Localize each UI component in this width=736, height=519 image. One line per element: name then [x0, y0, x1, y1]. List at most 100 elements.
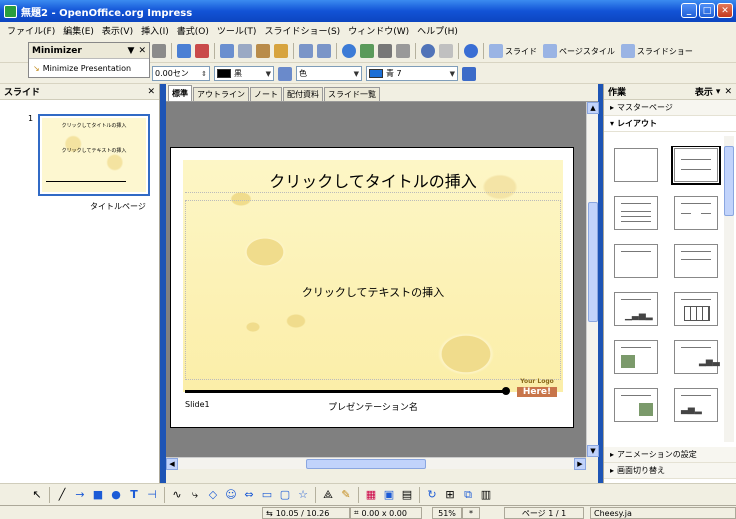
scroll-up-icon[interactable]: ▲	[587, 102, 599, 114]
spinner-icon[interactable]: ⇕	[201, 70, 207, 78]
symbol-shapes-icon[interactable]: ☺	[224, 488, 238, 502]
new-slide-label[interactable]: スライド	[505, 46, 537, 57]
view-menu-button[interactable]: 表示	[695, 85, 713, 98]
slide-canvas[interactable]: クリックしてタイトルの挿入 クリックしてテキストの挿入 Your Logo He…	[166, 102, 586, 457]
tab-normal[interactable]: 標準	[168, 85, 192, 101]
undo-icon[interactable]	[299, 44, 313, 58]
block-arrows-icon[interactable]: ⇔	[242, 488, 256, 502]
connector-icon[interactable]: ⤷	[188, 488, 202, 502]
vertical-text-icon[interactable]: ⊣	[145, 488, 159, 502]
slideshow-label[interactable]: スライドショー	[637, 46, 693, 57]
align-icon[interactable]: ⊞	[443, 488, 457, 502]
print-icon[interactable]	[152, 44, 166, 58]
transition-section[interactable]: ▸ 画面切り替え	[604, 463, 736, 479]
slide-thumbnail[interactable]: クリックしてタイトルの挿入 クリックしてテキストの挿入	[38, 114, 150, 196]
select-arrow-icon[interactable]: ↖	[30, 488, 44, 502]
presentation-name-footer[interactable]: プレゼンテーション名	[183, 400, 563, 413]
tab-handout[interactable]: 配付資料	[283, 87, 323, 101]
area-style-icon[interactable]	[278, 66, 292, 81]
rectangle-icon[interactable]: ■	[91, 488, 105, 502]
close-icon[interactable]: ✕	[147, 87, 155, 97]
rotate-icon[interactable]: ↻	[425, 488, 439, 502]
menu-tools[interactable]: ツール(T)	[213, 24, 261, 37]
menu-insert[interactable]: 挿入(I)	[137, 24, 173, 37]
line-width-field[interactable]: 0.00セン ⇕	[152, 66, 210, 81]
tab-outline[interactable]: アウトライン	[193, 87, 249, 101]
layout-chart-text[interactable]: ▃▅▂	[674, 388, 718, 422]
line-icon[interactable]: ╱	[55, 488, 69, 502]
horizontal-scrollbar[interactable]: ◀ ▶	[166, 457, 586, 470]
chevron-down-icon[interactable]: ▾	[716, 87, 721, 97]
basic-shapes-icon[interactable]: ◇	[206, 488, 220, 502]
chevron-down-icon[interactable]: ▼	[450, 70, 455, 78]
cut-icon[interactable]	[220, 44, 234, 58]
area-color-select[interactable]: 青 7 ▼	[366, 66, 458, 81]
layout-title-table[interactable]	[674, 292, 718, 326]
scroll-down-icon[interactable]: ▼	[587, 445, 599, 457]
menu-edit[interactable]: 編集(E)	[59, 24, 98, 37]
slide[interactable]: クリックしてタイトルの挿入 クリックしてテキストの挿入 Your Logo He…	[170, 147, 574, 428]
gallery-icon[interactable]: ▣	[382, 488, 396, 502]
table-icon[interactable]	[360, 44, 374, 58]
tasks-scroll-thumb[interactable]	[724, 146, 734, 216]
layout-title-2content[interactable]	[674, 196, 718, 230]
area-style-select[interactable]: 色 ▼	[296, 66, 362, 81]
line-color-select[interactable]: 黒 ▼	[214, 66, 274, 81]
callouts-icon[interactable]: ▢	[278, 488, 292, 502]
layout-text-image[interactable]	[614, 388, 658, 422]
maximize-window-button[interactable]: □	[699, 3, 715, 18]
scroll-right-icon[interactable]: ▶	[574, 458, 586, 470]
menu-view[interactable]: 表示(V)	[98, 24, 137, 37]
vertical-scrollbar[interactable]: ▲ ▼	[586, 102, 599, 457]
slideshow-icon[interactable]	[620, 44, 635, 58]
chart-icon[interactable]	[342, 44, 356, 58]
minimize-window-button[interactable]: _	[681, 3, 697, 18]
autospellcheck-icon[interactable]	[195, 44, 209, 58]
ellipse-icon[interactable]: ●	[109, 488, 123, 502]
slide-body[interactable]: クリックしてテキストの挿入	[183, 284, 563, 300]
tab-notes[interactable]: ノート	[250, 87, 282, 101]
fontwork-icon[interactable]: ✎	[339, 488, 353, 502]
copy-icon[interactable]	[238, 44, 252, 58]
layout-title-content[interactable]	[614, 196, 658, 230]
extrusion-icon[interactable]: ▥	[479, 488, 493, 502]
shadow-icon[interactable]	[462, 66, 476, 81]
layouts-section[interactable]: ▾ レイアウト	[604, 116, 736, 132]
arrange-icon[interactable]: ⧉	[461, 488, 475, 502]
slide-title[interactable]: クリックしてタイトルの挿入	[183, 168, 563, 192]
new-slide-icon[interactable]	[489, 44, 503, 58]
page-style-label[interactable]: ページスタイル	[559, 46, 615, 57]
close-icon[interactable]: ✕	[724, 87, 732, 97]
format-paintbrush-icon[interactable]	[274, 44, 288, 58]
layout-text-chart[interactable]: ▂▅▃	[674, 340, 720, 374]
close-window-button[interactable]: ✕	[717, 3, 733, 18]
master-pages-section[interactable]: ▸ マスターページ	[604, 100, 736, 116]
chevron-down-icon[interactable]: ▼	[354, 70, 359, 78]
zoom-icon[interactable]	[439, 44, 453, 58]
chevron-down-icon[interactable]: ▼	[128, 46, 135, 56]
menu-format[interactable]: 書式(O)	[173, 24, 213, 37]
layout-blank[interactable]	[614, 148, 658, 182]
menu-window[interactable]: ウィンドウ(W)	[344, 24, 413, 37]
navigator-icon[interactable]	[421, 44, 435, 58]
gallery-toggle-icon[interactable]: ▤	[400, 488, 414, 502]
scroll-left-icon[interactable]: ◀	[166, 458, 178, 470]
paste-icon[interactable]	[256, 44, 270, 58]
help-icon[interactable]	[464, 44, 478, 58]
chevron-down-icon[interactable]: ▼	[266, 70, 271, 78]
vertical-scroll-thumb[interactable]	[588, 202, 598, 322]
menu-file[interactable]: ファイル(F)	[3, 24, 59, 37]
layout-title-only[interactable]	[614, 244, 658, 278]
minimize-presentation-button[interactable]: ↘ Minimize Presentation	[29, 59, 149, 77]
from-file-icon[interactable]: ▦	[364, 488, 378, 502]
curve-icon[interactable]: ∿	[170, 488, 184, 502]
tab-slide-sorter[interactable]: スライド一覧	[324, 87, 380, 101]
layout-image-text[interactable]	[614, 340, 658, 374]
flowchart-icon[interactable]: ▭	[260, 488, 274, 502]
display-grid-icon[interactable]	[378, 44, 392, 58]
tasks-scrollbar[interactable]	[724, 136, 734, 442]
page-style-icon[interactable]	[543, 44, 557, 58]
layout-title-slide[interactable]	[671, 146, 721, 185]
grid-icon[interactable]	[396, 44, 410, 58]
spellcheck-icon[interactable]	[177, 44, 191, 58]
